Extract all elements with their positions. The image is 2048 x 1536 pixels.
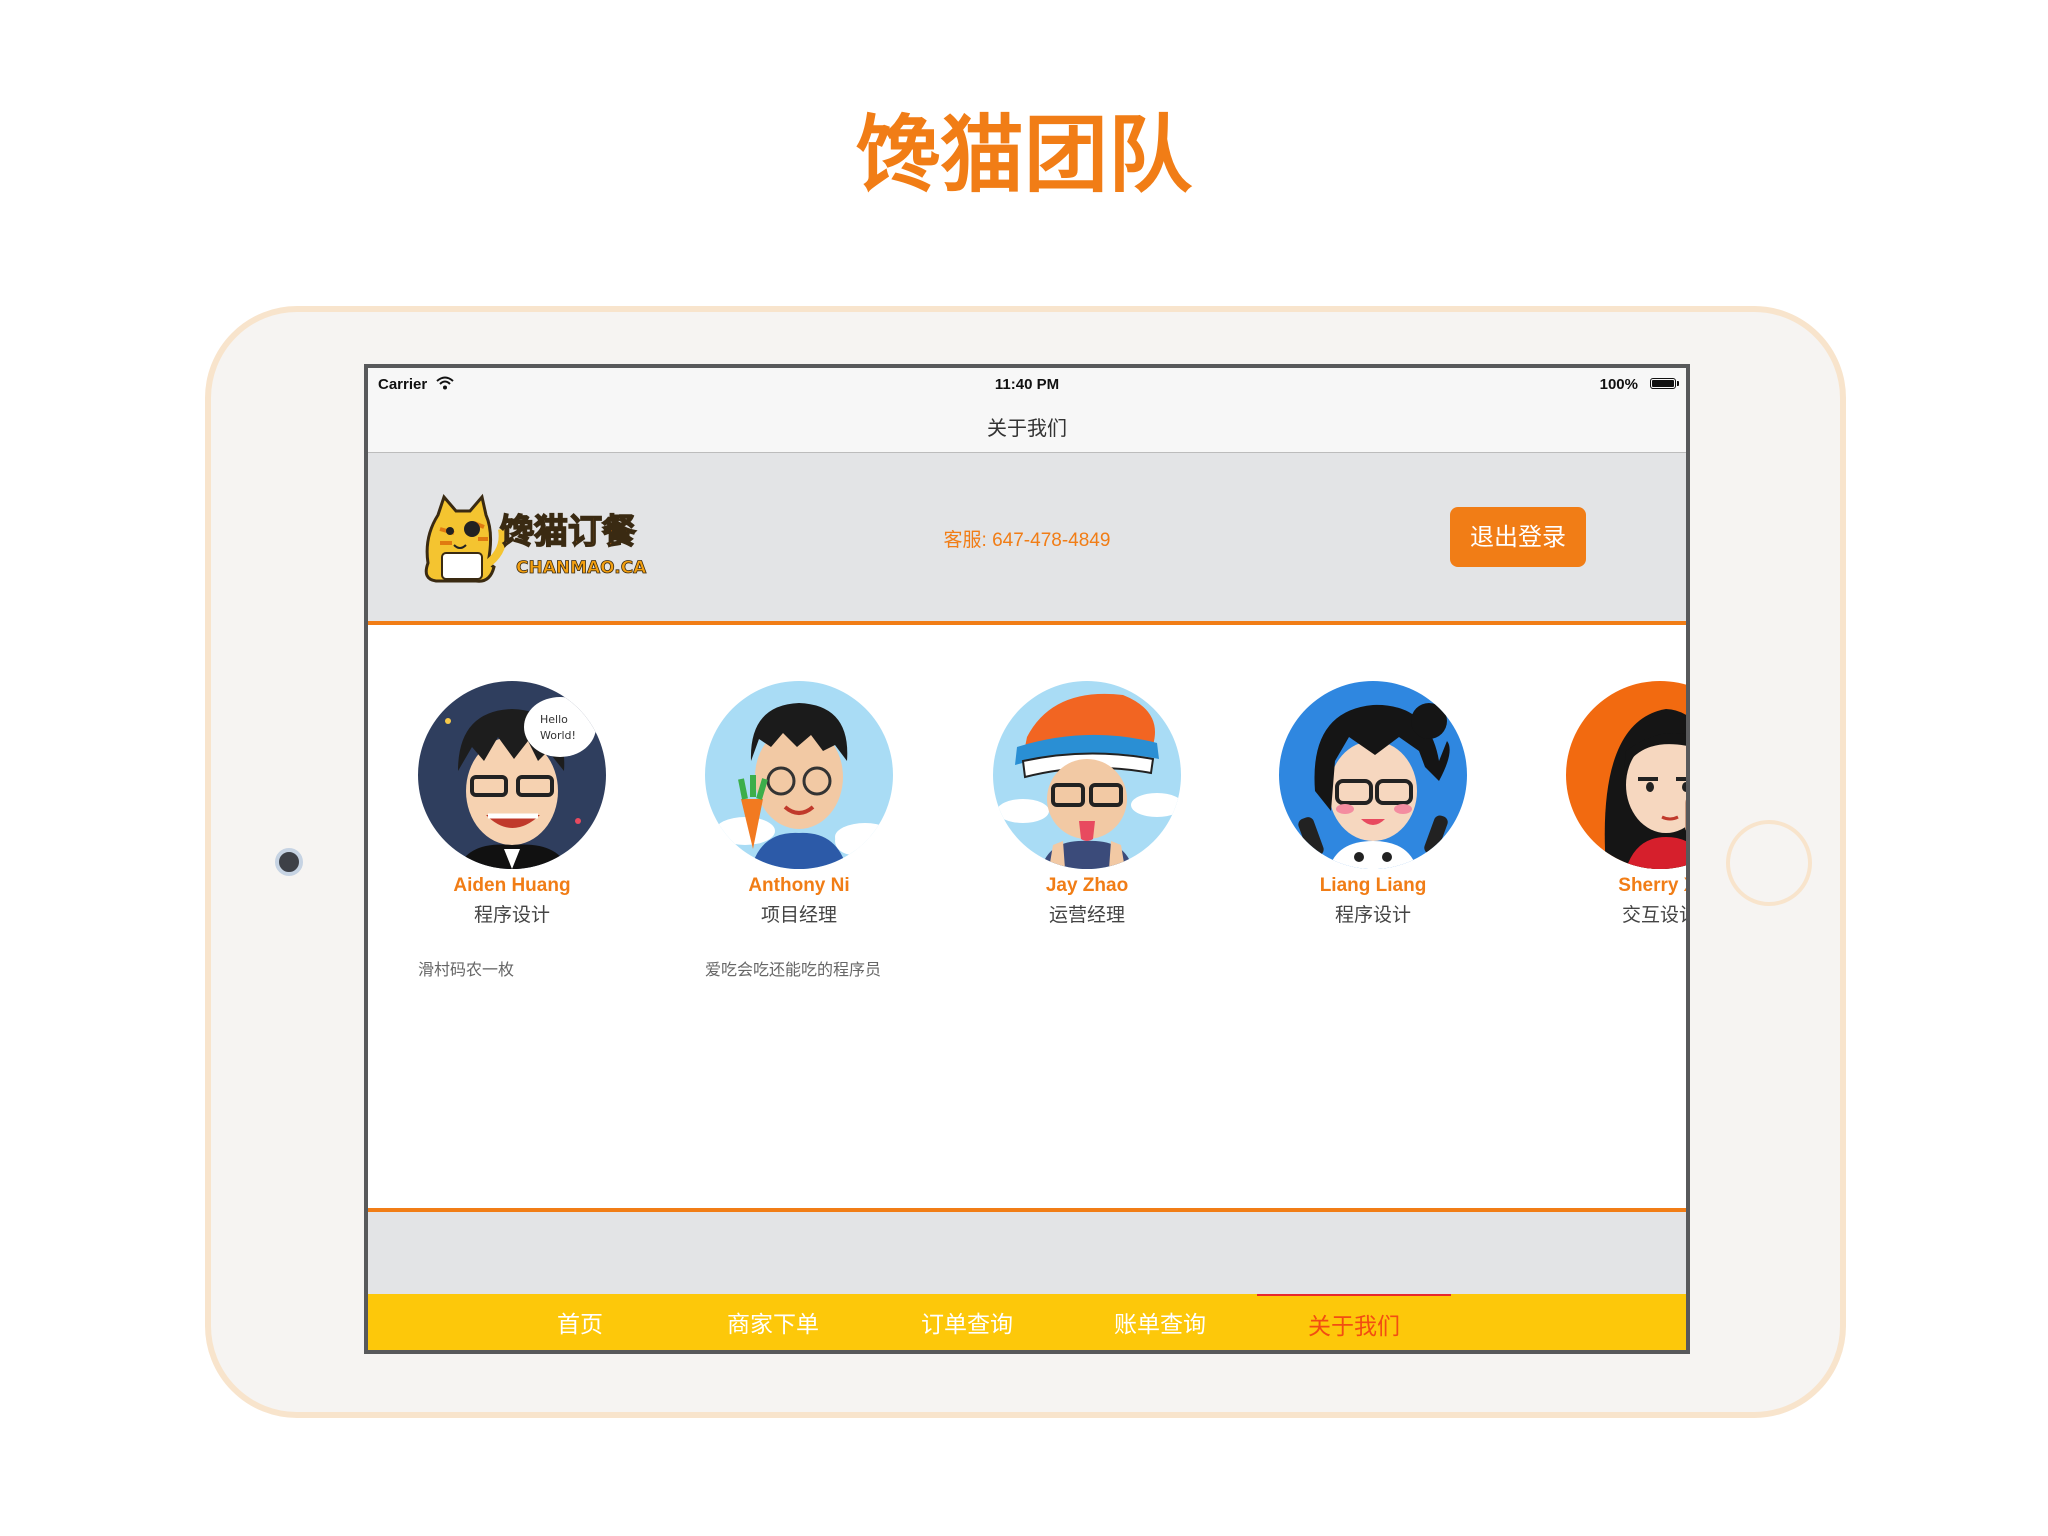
avatar[interactable]: Hello World!: [418, 681, 606, 869]
app-screen: Carrier 11:40 PM 100% 关于我们 馋猫订餐 CHANMAO.…: [364, 364, 1690, 1354]
tab-home[interactable]: 首页: [483, 1294, 677, 1350]
avatar[interactable]: [1279, 681, 1467, 869]
member-name: Liang Liang: [1319, 875, 1427, 896]
battery-icon: [1650, 378, 1679, 389]
tab-bar: 首页 商家下单 订单查询 账单查询 关于我们: [368, 1294, 1686, 1350]
avatar-aiden-icon: Hello World!: [418, 681, 606, 869]
member-bio: 爱吃会吃还能吃的程序员: [705, 960, 882, 979]
nav-title: 关于我们: [987, 416, 1067, 440]
avatar-sherry-icon: [1566, 681, 1686, 869]
front-camera: [275, 848, 303, 876]
tab-about-us[interactable]: 关于我们: [1257, 1294, 1451, 1350]
member-name: Sherry Xi: [1618, 875, 1686, 896]
home-button[interactable]: [1726, 820, 1812, 906]
logo-subtext: CHANMAO.CA: [516, 558, 647, 578]
avatar-liang-icon: [1279, 681, 1467, 869]
page-title: 馋猫团队: [855, 106, 1192, 204]
team-list[interactable]: Hello World! Aiden Huang 程序设计 滑村码农一枚 Ant…: [368, 625, 1686, 1208]
tab-order-query[interactable]: 订单查询: [870, 1294, 1064, 1350]
member-name: Aiden Huang: [453, 875, 571, 896]
avatar[interactable]: [1566, 681, 1686, 869]
avatar[interactable]: [705, 681, 893, 869]
logout-button[interactable]: 退出登录: [1450, 507, 1586, 567]
avatar-jay-icon: [993, 681, 1181, 869]
member-role: 程序设计: [1334, 904, 1411, 926]
tab-merchant-order[interactable]: 商家下单: [676, 1294, 870, 1350]
footer-band: [368, 1208, 1686, 1298]
status-bar: Carrier 11:40 PM 100%: [368, 368, 1686, 404]
tab-bill-query[interactable]: 账单查询: [1063, 1294, 1257, 1350]
member-name: Jay Zhao: [1045, 875, 1129, 896]
member-role: 程序设计: [473, 904, 550, 926]
nav-bar: 关于我们: [368, 404, 1686, 453]
avatar[interactable]: [993, 681, 1181, 869]
header-band: 馋猫订餐 CHANMAO.CA 客服: 647-478-4849 退出登录: [368, 453, 1686, 625]
status-time: 11:40 PM: [994, 376, 1060, 393]
member-bio: 滑村码农一枚: [418, 960, 515, 979]
avatar-anthony-icon: [705, 681, 893, 869]
member-name: Anthony Ni: [748, 875, 850, 896]
member-role: 项目经理: [760, 904, 837, 926]
battery-percent: 100%: [1599, 376, 1638, 393]
speech-world: World!: [540, 729, 576, 742]
member-role: 交互设计: [1621, 904, 1686, 926]
member-role: 运营经理: [1048, 904, 1125, 926]
speech-hello: Hello: [540, 713, 568, 726]
